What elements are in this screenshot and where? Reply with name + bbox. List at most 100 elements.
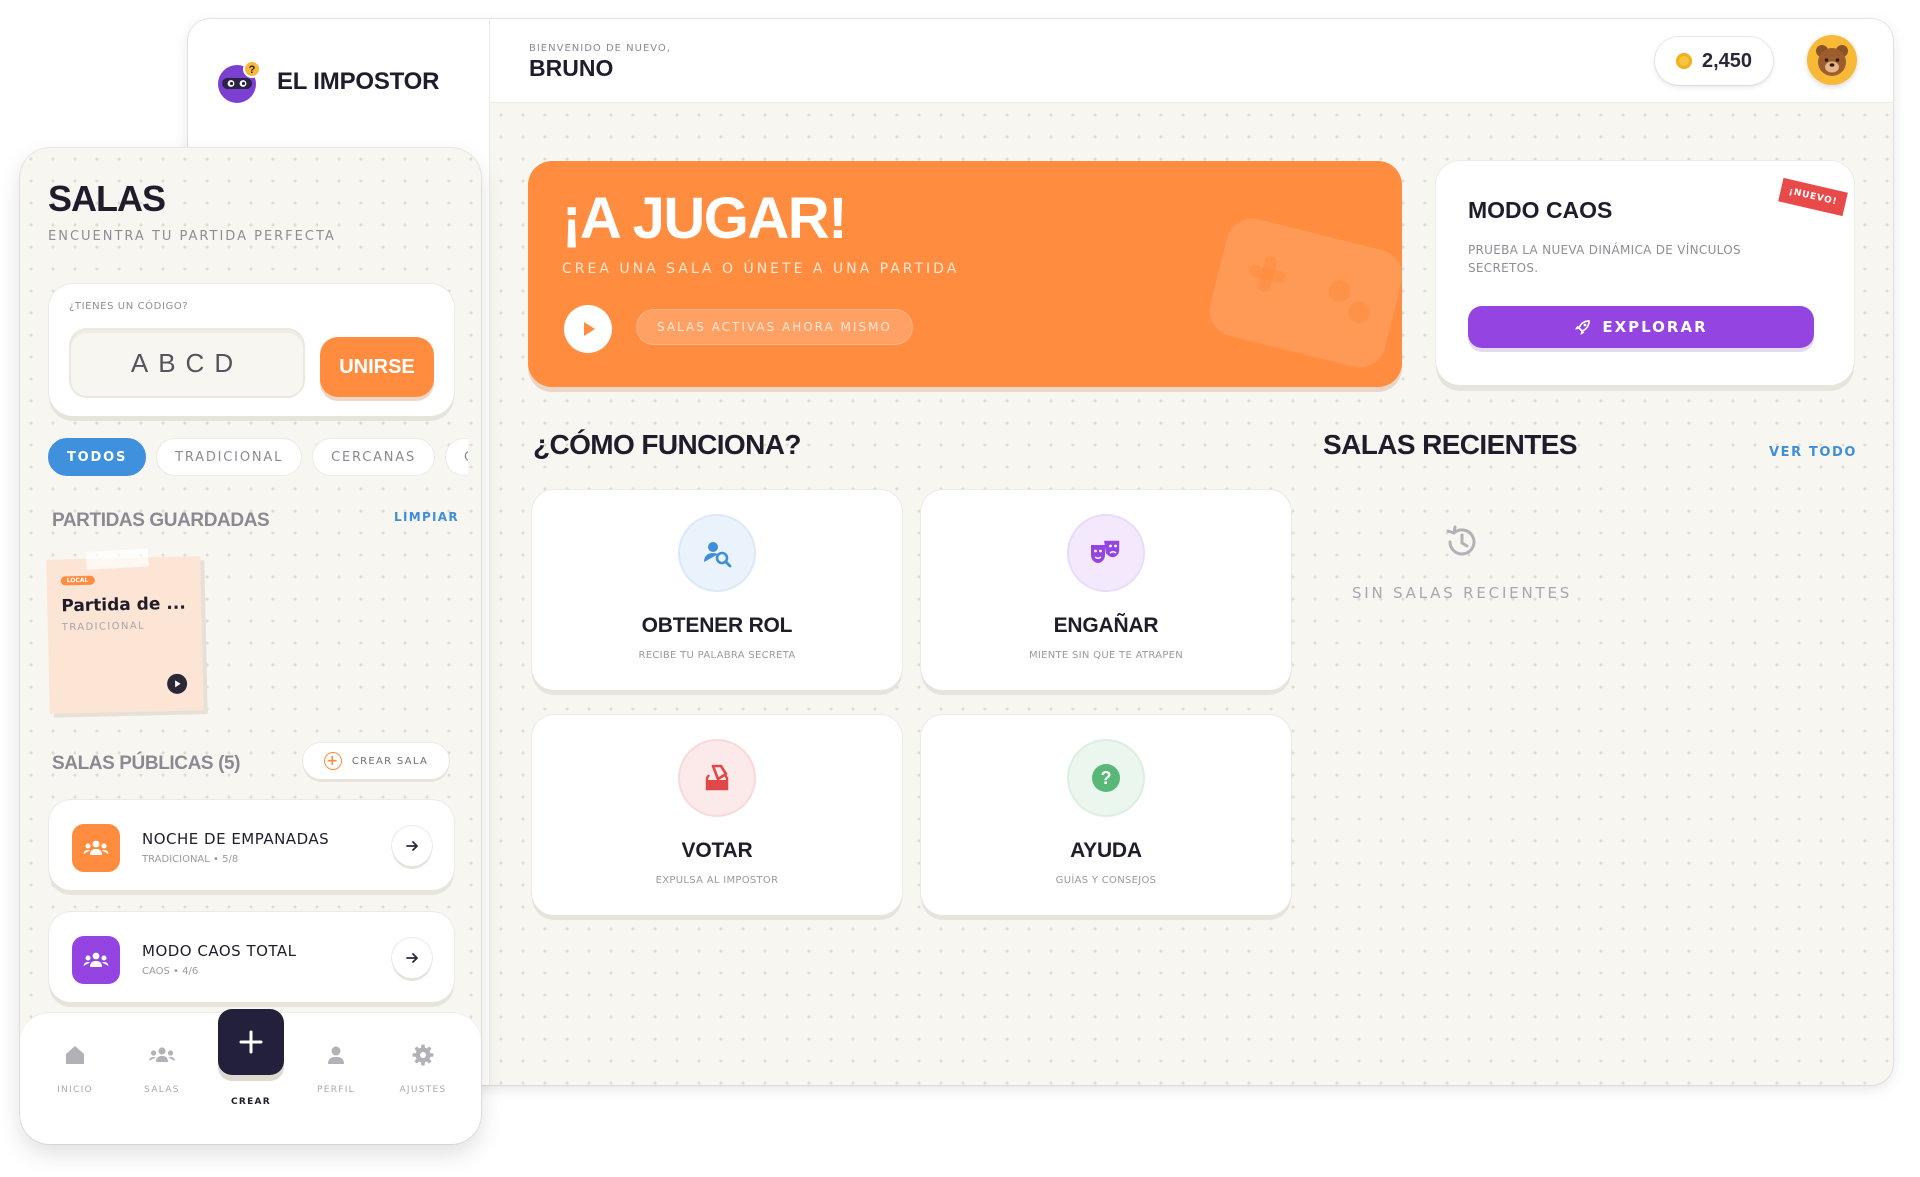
avatar[interactable] (1807, 35, 1857, 85)
nav-label: PERFIL (316, 1085, 355, 1095)
svg-text:?: ? (249, 64, 256, 76)
how-card-role[interactable]: OBTENER ROL RECIBE TU PALABRA SECRETA (532, 490, 902, 690)
create-fab-button[interactable] (218, 1009, 284, 1075)
how-card-subtitle: MIENTE SIN QUE TE ATRAPEN (1028, 650, 1184, 661)
nav-label: AJUSTES (399, 1085, 447, 1095)
caos-title: MODO CAOS (1468, 197, 1613, 223)
how-card-title: ENGAÑAR (1053, 614, 1159, 637)
group-icon (149, 1047, 175, 1062)
see-all-link[interactable]: VER TODO (1769, 445, 1857, 460)
clear-link[interactable]: LIMPIAR (394, 510, 459, 524)
app-logo[interactable]: ? EL IMPOSTOR (215, 58, 439, 106)
desktop-header: BIENVENIDO DE NUEVO, BRUNO 2,450 (490, 19, 1893, 103)
nav-label: CREAR (230, 1097, 272, 1107)
gamepad-icon (1204, 213, 1402, 373)
room-code-input[interactable] (69, 328, 305, 398)
saved-game-card[interactable]: LOCAL Partida de ... TRADICIONAL (46, 548, 204, 714)
nav-perfil[interactable]: PERFIL (301, 1043, 371, 1095)
how-it-works-title: ¿CÓMO FUNCIONA? (533, 429, 801, 460)
caos-mode-card: ¡NUEVO! MODO CAOS PRUEBA LA NUEVA DINÁMI… (1436, 161, 1854, 385)
room-meta: TRADICIONAL • 5/8 (142, 854, 239, 865)
user-search-icon (680, 516, 754, 590)
play-button[interactable] (564, 305, 612, 353)
arrow-right-icon (406, 841, 418, 851)
filter-chip-cercanas[interactable]: CERCANAS (312, 438, 436, 476)
how-card-title: AYUDA (1070, 839, 1142, 862)
person-icon (328, 1046, 344, 1064)
nav-ajustes[interactable]: AJUSTES (388, 1043, 458, 1095)
create-room-button[interactable]: + CREAR SALA (303, 743, 449, 779)
nav-salas[interactable]: SALAS (127, 1043, 197, 1095)
plus-icon (239, 1030, 263, 1054)
room-meta: CAOS • 4/6 (142, 966, 199, 977)
filter-chip-todos[interactable]: TODOS (48, 438, 147, 476)
tape-decoration (85, 548, 149, 570)
masks-icon (1069, 516, 1143, 590)
how-card-subtitle: GUÍAS Y CONSEJOS (1055, 875, 1157, 886)
saved-games-title: PARTIDAS GUARDADAS (52, 510, 270, 531)
room-name: NOCHE DE EMPANADAS (142, 830, 330, 848)
mobile-panel: SALAS ENCUENTRA TU PARTIDA PERFECTA ¿TIE… (20, 148, 481, 1144)
arrow-right-icon (406, 953, 418, 963)
bear-avatar-icon (1816, 45, 1848, 76)
home-icon (66, 1046, 84, 1064)
nav-inicio[interactable]: INICIO (40, 1043, 110, 1095)
saved-game-name: Partida de ... (61, 593, 186, 617)
coin-balance[interactable]: 2,450 (1655, 37, 1773, 85)
group-icon (72, 824, 120, 872)
join-code-card: ¿TIENES UN CÓDIGO? UNIRSE (49, 284, 454, 416)
how-card-title: OBTENER ROL (641, 614, 793, 637)
how-card-vote[interactable]: VOTAR EXPULSA AL IMPOSTOR (532, 715, 902, 915)
nav-crear[interactable]: CREAR (216, 1097, 286, 1107)
hero-title: ¡A JUGAR! (562, 186, 848, 251)
recent-empty-label: SIN SALAS RECIENTES (1351, 584, 1573, 602)
recent-empty-state: SIN SALAS RECIENTES (1264, 522, 1660, 602)
create-room-label: CREAR SALA (351, 755, 429, 767)
filter-chip-tradicional[interactable]: TRADICIONAL (156, 438, 303, 476)
new-badge: ¡NUEVO! (1778, 177, 1848, 217)
active-rooms-pill[interactable]: SALAS ACTIVAS AHORA MISMO (636, 309, 913, 345)
bottom-nav: INICIO SALAS CREAR PERFIL AJUSTES (20, 1009, 481, 1144)
ballot-box-icon (680, 741, 754, 815)
filter-chip-caos[interactable]: CAOS (445, 438, 468, 476)
public-rooms-title: SALAS PÚBLICAS (5) (52, 753, 241, 774)
resume-button[interactable] (166, 673, 188, 695)
caos-description: PRUEBA LA NUEVA DINÁMICA DE VÍNCULOS SEC… (1468, 243, 1741, 275)
how-card-subtitle: RECIBE TU PALABRA SECRETA (638, 650, 796, 661)
app-name: EL IMPOSTOR (277, 68, 440, 95)
user-name: BRUNO (529, 55, 614, 81)
recent-rooms-title: SALAS RECIENTES (1323, 429, 1578, 460)
room-card[interactable]: NOCHE DE EMPANADAS TRADICIONAL • 5/8 (49, 800, 454, 890)
filter-chips: TODOS TRADICIONAL CERCANAS CAOS (48, 438, 468, 480)
how-card-subtitle: EXPULSA AL IMPOSTOR (655, 875, 779, 886)
coin-icon (1675, 53, 1692, 69)
rocket-icon (1575, 320, 1591, 336)
code-label: ¿TIENES UN CÓDIGO? (69, 301, 189, 312)
saved-game-mode: TRADICIONAL (61, 620, 146, 634)
play-icon (584, 322, 595, 336)
nav-label: INICIO (57, 1085, 93, 1095)
explore-button[interactable]: EXPLORAR (1468, 306, 1814, 348)
room-card[interactable]: MODO CAOS TOTAL CAOS • 4/6 (49, 912, 454, 1002)
hero-subtitle: CREA UNA SALA O ÚNETE A UNA PARTIDA (562, 261, 960, 277)
join-button[interactable]: UNIRSE (320, 337, 434, 397)
how-card-deceive[interactable]: ENGAÑAR MIENTE SIN QUE TE ATRAPEN (921, 490, 1291, 690)
coin-count: 2,450 (1701, 49, 1753, 72)
desktop-main: ¡A JUGAR! CREA UNA SALA O ÚNETE A UNA PA… (490, 104, 1893, 1085)
saved-tag: LOCAL (60, 575, 95, 586)
gear-icon (412, 1044, 434, 1066)
play-hero-banner[interactable]: ¡A JUGAR! CREA UNA SALA O ÚNETE A UNA PA… (528, 161, 1402, 387)
impostor-logo-icon: ? (215, 58, 263, 106)
plus-circle-icon: + (323, 752, 342, 770)
nav-label: SALAS (144, 1085, 180, 1095)
history-icon (1446, 525, 1476, 556)
enter-room-button[interactable] (392, 826, 432, 866)
explore-label: EXPLORAR (1602, 318, 1708, 336)
rooms-subtitle: ENCUENTRA TU PARTIDA PERFECTA (48, 229, 336, 244)
group-icon (72, 936, 120, 984)
enter-room-button[interactable] (392, 938, 432, 978)
rooms-title: SALAS (48, 178, 166, 219)
svg-text:?: ? (1101, 768, 1112, 788)
how-card-help[interactable]: ? AYUDA GUÍAS Y CONSEJOS (921, 715, 1291, 915)
room-name: MODO CAOS TOTAL (142, 942, 297, 960)
